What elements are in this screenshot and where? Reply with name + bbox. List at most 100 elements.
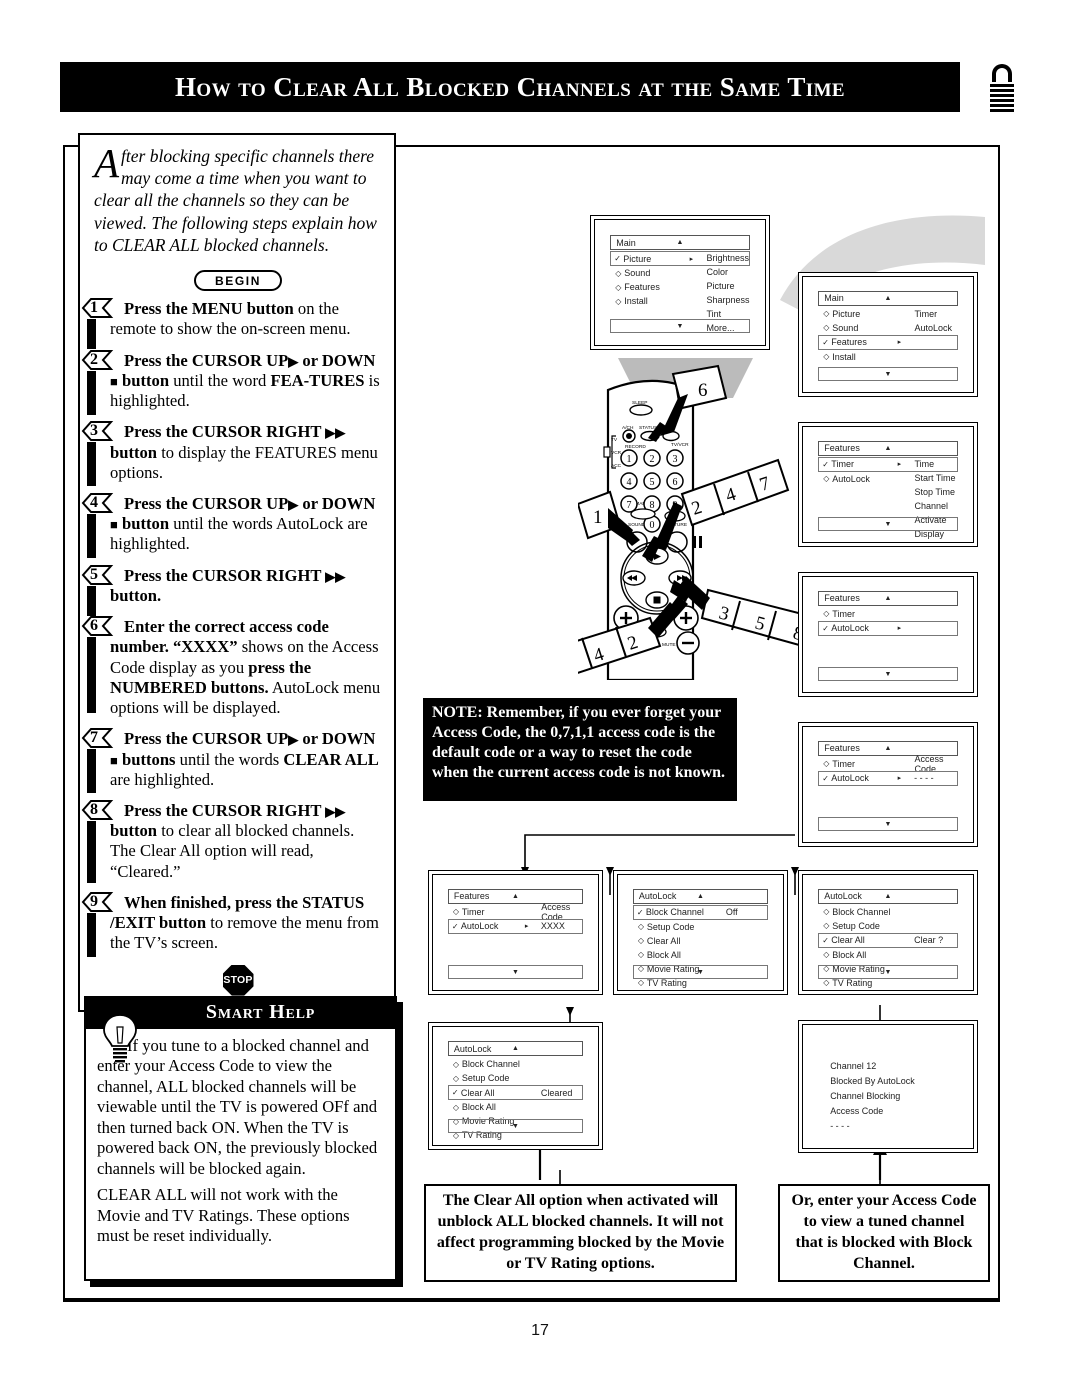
- note-box: NOTE: Remember, if you ever forget your …: [423, 698, 737, 801]
- step-3: 3 Press the CURSOR RIGHT ▶▶ button to dis…: [81, 421, 382, 487]
- osd-item-marker: ◇: [823, 950, 830, 960]
- step-rule-3: [87, 442, 96, 487]
- osd-menu-item-2[interactable]: ✓ Clear All Clear ?: [818, 932, 958, 948]
- scroll-down-icon: ▼: [884, 819, 892, 828]
- scroll-up-icon[interactable]: ▲: [885, 595, 892, 602]
- osd-title-label: Main: [824, 293, 844, 304]
- page-header: How to Clear All Blocked Channels at the…: [60, 62, 960, 112]
- osd-submenu-item-1[interactable]: Color: [706, 265, 749, 279]
- osd-menu-item-0[interactable]: ✓ Block Channel Off: [632, 904, 769, 920]
- osd-item-marker: ◇: [823, 323, 830, 333]
- svg-text:TV/VCR: TV/VCR: [671, 442, 689, 448]
- osd-menu-item-1[interactable]: ◇ Setup Code: [818, 919, 957, 933]
- osd-item-marker: ◇: [637, 936, 644, 946]
- scroll-down-bar[interactable]: ▼: [447, 1119, 584, 1134]
- page-title: How to Clear All Blocked Channels at the…: [175, 71, 845, 102]
- step-rule-2: [87, 370, 96, 415]
- osd-submenu-item-3[interactable]: Channel: [914, 499, 955, 513]
- osd-item-marker: ◇: [452, 1059, 459, 1069]
- osd-item-marker: ◇: [823, 907, 830, 917]
- osd-menu-item-1[interactable]: ✓ AutoLock ▸ - - - -: [818, 770, 958, 786]
- scroll-up-icon[interactable]: ▲: [512, 1045, 519, 1052]
- scroll-up-icon[interactable]: ▲: [885, 445, 892, 452]
- step-number-badge-8: 8: [81, 799, 115, 821]
- svg-text:5: 5: [650, 477, 655, 488]
- osd-item-marker: ✓: [451, 921, 459, 931]
- osd-inner: Features ▲ ◇ Timer ✓ AutoLock ▸ ▼: [802, 576, 974, 693]
- osd-features-accesscode-blank: Features ▲ ◇ Timer Access Code ✓ AutoLock ▸ - - …: [798, 722, 978, 847]
- osd-menu-item-1[interactable]: ✓ AutoLock ▸: [818, 620, 958, 636]
- step-9: 9 When finished, press the STATUS /EXIT b…: [81, 891, 382, 957]
- osd-item-label: Block Channel: [645, 907, 704, 918]
- osd-item-marker: ◇: [823, 609, 830, 619]
- osd-submenu-item-1[interactable]: Start Time: [914, 471, 955, 485]
- osd-menu-item-1[interactable]: ◇ Setup Code: [633, 920, 768, 934]
- osd-menu-title: Features ▲: [818, 440, 958, 456]
- osd-inner: Features ▲ ✓ Timer ▸ ◇ AutoLock Time Start Time S…: [802, 426, 974, 543]
- osd-submenu-item-0[interactable]: Timer: [914, 307, 952, 321]
- osd-menu-item-0[interactable]: ◇ Timer Access Code: [818, 754, 957, 774]
- padlock-icon: [990, 64, 1014, 112]
- step-number-8: 8: [90, 801, 98, 819]
- osd-inner: AutoLock ▲ ◇ Block Channel ◇ Setup Code ✓ Clear…: [802, 874, 974, 991]
- scroll-down-bar[interactable]: ▼: [610, 318, 750, 333]
- osd-menu-item-3[interactable]: ◇ Install: [818, 350, 957, 364]
- blocked-message-line-3: Access Code: [830, 1106, 884, 1117]
- osd-item-label: Sound: [832, 322, 859, 333]
- osd-item-label: Clear All: [831, 935, 865, 946]
- step-number-3: 3: [90, 422, 98, 440]
- osd-menu-item-1[interactable]: ✓ AutoLock ▸ XXXX: [447, 918, 584, 934]
- blocked-message-line-0: Channel 12: [830, 1061, 877, 1072]
- osd-menu-item-0[interactable]: ◇ Block Channel: [818, 905, 957, 919]
- osd-features-accesscode-xxxx: Features ▲ ◇ Timer Access Code ✓ AutoLock ▸ XXXX…: [428, 870, 603, 995]
- osd-menu-item-3[interactable]: ◇ Block All: [818, 948, 957, 962]
- osd-submenu-item-1[interactable]: AutoLock: [914, 321, 952, 335]
- osd-menu-item-3[interactable]: ◇ Block All: [633, 948, 768, 962]
- osd-submenu-item-3[interactable]: Sharpness: [706, 293, 749, 307]
- scroll-down-bar[interactable]: ▼: [818, 366, 958, 381]
- begin-badge: BEGIN: [194, 270, 282, 292]
- scroll-down-bar[interactable]: ▼: [447, 964, 584, 979]
- osd-menu-item-0[interactable]: ◇ Timer: [818, 607, 957, 621]
- scroll-up-icon[interactable]: ▲: [697, 893, 704, 900]
- scroll-down-bar[interactable]: ▼: [818, 816, 958, 831]
- osd-submenu-item-0[interactable]: Brightness: [706, 251, 749, 265]
- osd-menu-item-1[interactable]: ◇ Setup Code: [448, 1071, 583, 1085]
- step-rule-7: [87, 749, 96, 794]
- osd-menu-item-2[interactable]: ◇ Clear All: [633, 934, 768, 948]
- scroll-up-icon[interactable]: ▲: [512, 893, 519, 900]
- osd-item-label: AutoLock: [832, 473, 870, 484]
- osd-submenu-item-2[interactable]: Stop Time: [914, 485, 955, 499]
- scroll-down-bar[interactable]: ▼: [818, 516, 958, 531]
- osd-menu-item-2[interactable]: ✓ Clear All Cleared: [447, 1085, 584, 1101]
- scroll-up-icon[interactable]: ▲: [885, 295, 892, 302]
- svg-text:3: 3: [673, 454, 678, 465]
- scroll-down-bar[interactable]: ▼: [632, 964, 769, 979]
- step-text-2: Press the CURSOR UP▶ or DOWN ■ button un…: [110, 350, 380, 411]
- osd-item-marker: ◇: [823, 759, 830, 769]
- scroll-up-icon[interactable]: ▲: [885, 893, 892, 900]
- osd-submenu-item-0[interactable]: Time: [914, 457, 955, 471]
- osd-menu-item-0[interactable]: ◇ Block Channel: [448, 1057, 583, 1071]
- smart-help-body: If you tune to a blocked channel and ent…: [84, 1005, 397, 1281]
- osd-submenu-item-2[interactable]: Picture: [706, 279, 749, 293]
- scroll-down-bar[interactable]: ▼: [818, 666, 958, 681]
- osd-item-marker: ◇: [452, 907, 459, 917]
- scroll-up-icon[interactable]: ▲: [885, 745, 892, 752]
- osd-item-marker: ✓: [822, 935, 829, 945]
- step-number-4: 4: [90, 493, 98, 511]
- step-1: 1 Press the MENU button on the remote to …: [81, 298, 382, 350]
- step-number-1: 1: [90, 299, 98, 317]
- osd-item-marker: ✓: [636, 907, 644, 917]
- scroll-up-icon[interactable]: ▲: [677, 239, 684, 246]
- osd-menu-item-2[interactable]: ✓ Features ▸: [818, 334, 958, 350]
- osd-autolock-clearall-query: AutoLock ▲ ◇ Block Channel ◇ Setup Code ✓ Clear…: [798, 870, 978, 995]
- osd-autolock-blockchannel: AutoLock ▲ ✓ Block Channel Off ◇ Setup Code ◇ Cl…: [613, 870, 788, 995]
- osd-item-label: Block Channel: [461, 1059, 520, 1070]
- scroll-down-bar[interactable]: ▼: [818, 964, 958, 979]
- osd-menu-item-0[interactable]: ◇ Timer Access Code: [448, 902, 583, 922]
- step-number-badge-1: 1: [81, 297, 115, 319]
- osd-menu-item-3[interactable]: ◇ Block All: [448, 1100, 583, 1114]
- osd-menu-title: Main ▲: [818, 290, 958, 306]
- osd-features-autolock: Features ▲ ◇ Timer ✓ AutoLock ▸ ▼: [798, 572, 978, 697]
